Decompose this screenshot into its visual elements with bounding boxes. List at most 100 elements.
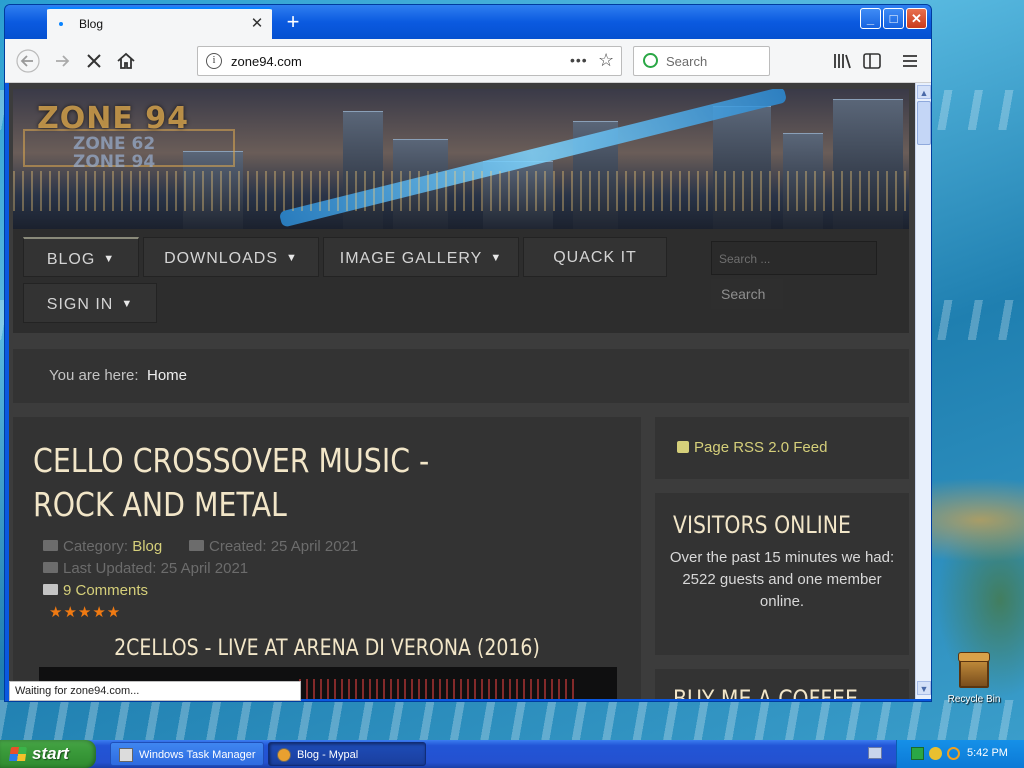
rss-module: Page RSS 2.0 Feed [655, 417, 909, 479]
forward-icon[interactable] [49, 48, 75, 74]
bookmark-star-icon[interactable]: ☆ [598, 50, 614, 71]
navigation-toolbar: i zone94.com ••• ☆ Search [5, 39, 931, 83]
nav-item-downloads[interactable]: DOWNLOADS ▼ [143, 237, 319, 277]
url-bar[interactable]: i zone94.com ••• ☆ [197, 46, 622, 76]
nav-item-sign-in[interactable]: SIGN IN ▼ [23, 283, 157, 323]
city-lights [13, 171, 909, 211]
menu-icon[interactable] [897, 48, 923, 74]
tray-app-icon[interactable] [929, 747, 942, 760]
url-text[interactable]: zone94.com [231, 54, 302, 69]
folder-icon [43, 540, 58, 551]
start-label: start [32, 744, 69, 763]
logo-sub-line: ZONE 62 [73, 134, 156, 154]
article-title[interactable]: CELLO CROSSOVER MUSIC - ROCK AND METAL [33, 439, 515, 527]
rss-label: Page RSS 2.0 Feed [694, 439, 828, 456]
breadcrumb-lead: You are here: [49, 367, 139, 384]
browser-search-placeholder: Search [666, 54, 708, 69]
comments-link[interactable]: 9 Comments [63, 582, 148, 599]
browser-window: Blog ✕ + _ □ ✕ i zone94.com ••• ☆ Search [4, 4, 932, 702]
start-button[interactable]: start [0, 740, 96, 768]
article-comments: 9 Comments [43, 582, 148, 599]
recycle-bin-shortcut[interactable]: Recycle Bin [946, 652, 1002, 705]
nav-label: QUACK IT [553, 249, 637, 266]
site-header-banner[interactable]: ZONE 94 ZONE 62 ZONE 94 [13, 89, 909, 231]
updated-date: Last Updated: 25 April 2021 [63, 560, 249, 577]
close-window-button[interactable]: ✕ [906, 8, 927, 29]
visitors-line: 2522 guests and one member online. [682, 571, 882, 610]
caret-down-icon: ▼ [286, 252, 298, 264]
nav-item-image-gallery[interactable]: IMAGE GALLERY ▼ [323, 237, 519, 277]
coffee-title: BUY ME A COFFEE [673, 685, 858, 699]
taskbar: start Windows Task Manager Blog - Mypal … [0, 740, 1024, 768]
back-icon[interactable] [15, 48, 41, 74]
taskbar-item-browser[interactable]: Blog - Mypal [268, 742, 426, 766]
site-logo[interactable]: ZONE 94 [37, 101, 189, 136]
logo-sub-line: ZONE 94 [73, 152, 156, 172]
visitors-text: Over the past 15 minutes we had: 2522 gu… [665, 547, 899, 613]
search-tray-icon[interactable] [947, 747, 960, 760]
scroll-down-icon[interactable]: ▼ [917, 681, 931, 695]
browser-search-field[interactable]: Search [633, 46, 770, 76]
new-tab-button[interactable]: + [279, 8, 307, 36]
site-logo-sub: ZONE 62 ZONE 94 [73, 135, 155, 171]
site-search-input[interactable]: Search ... [711, 241, 877, 275]
info-icon[interactable]: i [206, 53, 222, 69]
caret-down-icon: ▼ [490, 252, 503, 264]
site-search-placeholder: Search ... [719, 252, 771, 266]
site-search-button[interactable]: Search [711, 279, 783, 309]
recycle-bin-icon [958, 652, 990, 688]
article-category: Category: Blog [43, 538, 162, 555]
maximize-button[interactable]: □ [883, 8, 904, 29]
tab-close-icon[interactable]: ✕ [248, 15, 266, 33]
status-tooltip: Waiting for zone94.com... [9, 681, 301, 701]
article: CELLO CROSSOVER MUSIC - ROCK AND METAL C… [13, 417, 641, 699]
recycle-bin-label: Recycle Bin [947, 694, 1001, 705]
nav-label: SIGN IN [46, 296, 114, 313]
rss-feed-link[interactable]: Page RSS 2.0 Feed [677, 439, 827, 456]
taskbar-item-label: Windows Task Manager [139, 749, 256, 761]
title-bar[interactable]: Blog ✕ + _ □ ✕ [5, 5, 931, 39]
created-date: Created: 25 April 2021 [209, 538, 359, 555]
clock[interactable]: 5:42 PM [967, 747, 1008, 759]
breadcrumb: You are here: Home [13, 349, 909, 403]
network-icon[interactable] [911, 747, 924, 760]
keyboard-layout-icon[interactable] [868, 747, 882, 759]
skyline-building [713, 106, 771, 231]
taskbar-item-label: Blog - Mypal [297, 749, 359, 761]
article-updated: Last Updated: 25 April 2021 [43, 560, 248, 577]
category-link[interactable]: Blog [132, 538, 162, 555]
calendar-icon [43, 562, 58, 573]
home-icon[interactable] [113, 48, 139, 74]
breadcrumb-home-link[interactable]: Home [147, 367, 187, 384]
sea-wave [0, 700, 1024, 740]
nav-label: BLOG [46, 251, 96, 268]
library-icon[interactable] [829, 48, 855, 74]
page-scrollbar[interactable]: ▲ ▼ [915, 83, 931, 699]
sidebar-icon[interactable] [859, 48, 885, 74]
browser-icon [277, 748, 291, 762]
visitors-title: VISITORS ONLINE [673, 511, 851, 539]
minimize-button[interactable]: _ [860, 8, 881, 29]
article-created: Created: 25 April 2021 [189, 538, 358, 555]
stop-icon[interactable] [81, 48, 107, 74]
nav-label: IMAGE GALLERY [339, 250, 483, 267]
scroll-up-icon[interactable]: ▲ [917, 85, 931, 99]
loading-dot-icon [59, 22, 63, 26]
star-rating[interactable]: ★★★★★ [49, 605, 121, 621]
visitors-line: Over the past 15 minutes we had: [669, 549, 895, 566]
visitors-online-module: VISITORS ONLINE Over the past 15 minutes… [655, 493, 909, 655]
search-engine-icon [643, 53, 658, 68]
page-actions-icon[interactable]: ••• [570, 52, 588, 68]
video-frame-lights [299, 679, 579, 699]
calendar-icon [189, 540, 204, 551]
nav-item-blog[interactable]: BLOG ▼ [23, 237, 139, 277]
system-tray: 5:42 PM [896, 740, 1024, 768]
scrollbar-thumb[interactable] [917, 101, 931, 145]
tab-blog[interactable]: Blog ✕ [47, 7, 272, 39]
taskbar-item-task-manager[interactable]: Windows Task Manager [110, 742, 264, 766]
nav-item-quack-it[interactable]: QUACK IT [523, 237, 667, 277]
nav-label: DOWNLOADS [164, 250, 278, 267]
windows-logo-icon [9, 747, 27, 761]
caret-down-icon: ▼ [121, 298, 134, 310]
tab-title: Blog [79, 17, 104, 31]
